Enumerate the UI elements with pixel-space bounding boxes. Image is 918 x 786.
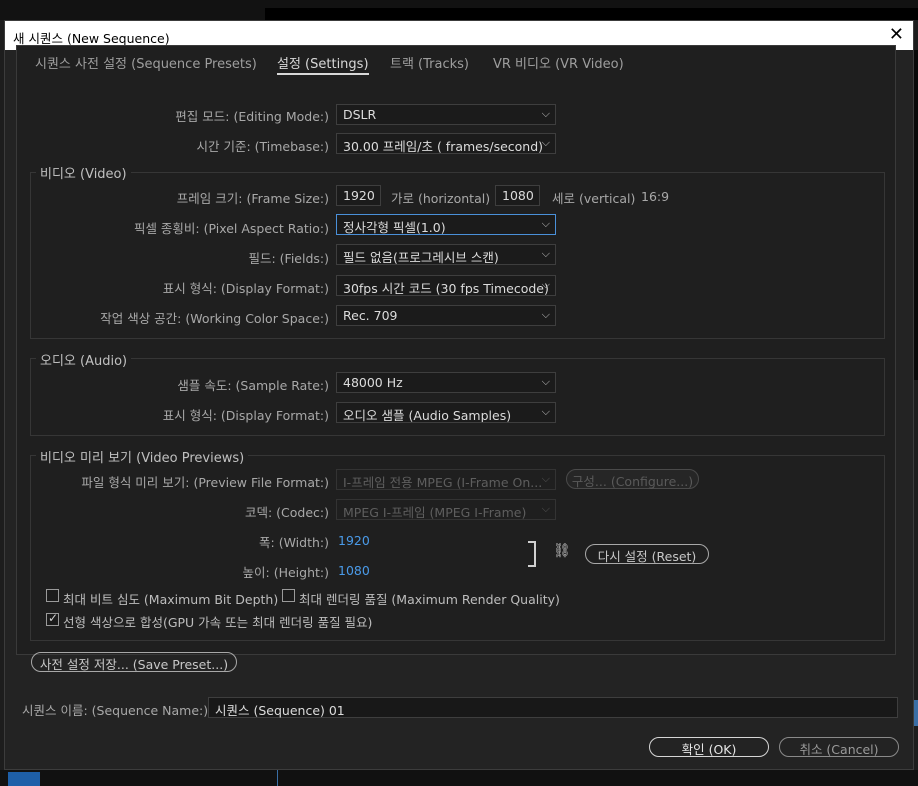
chevron-down-icon: ⌵ (541, 308, 550, 321)
horizontal-label: 가로 (horizontal) (391, 191, 491, 206)
frame-width-input[interactable]: 1920 (336, 185, 381, 206)
close-icon[interactable]: ✕ (889, 24, 904, 45)
background-right-edge-blue (914, 700, 918, 726)
video-display-format-label: 표시 형식: (Display Format:) (162, 281, 329, 296)
link-bracket (528, 541, 536, 567)
preview-file-format-label: 파일 형식 미리 보기: (Preview File Format:) (81, 475, 329, 490)
codec-value: MPEG I-프레임 (MPEG I-Frame) (343, 505, 527, 520)
max-bit-depth-checkbox[interactable] (46, 589, 59, 602)
fields-label: 필드: (Fields:) (248, 251, 329, 266)
chevron-down-icon: ⌵ (541, 107, 550, 120)
width-value[interactable]: 1920 (338, 533, 370, 548)
frame-height-input[interactable]: 1080 (495, 185, 540, 206)
sequence-name-label: 시퀀스 이름: (Sequence Name:) (22, 703, 209, 718)
timebase-dropdown[interactable]: 30.00 프레임/초 ( frames/second) ⌵ (336, 133, 556, 154)
height-label: 높이: (Height:) (242, 565, 329, 580)
frame-size-label: 프레임 크기: (Frame Size:) (176, 191, 329, 206)
chevron-down-icon: ⌵ (541, 247, 550, 260)
audio-group (30, 358, 885, 436)
sequence-name-input[interactable]: 시퀀스 (Sequence) 01 (208, 697, 898, 718)
background-playhead (277, 770, 278, 786)
max-render-quality-label: 최대 렌더링 품질 (Maximum Render Quality) (299, 592, 560, 607)
audio-group-title: 오디오 (Audio) (36, 350, 132, 369)
timebase-value: 30.00 프레임/초 ( frames/second) (343, 139, 544, 154)
background-window-top (0, 0, 918, 20)
width-label: 폭: (Width:) (259, 535, 329, 550)
audio-display-format-label: 표시 형식: (Display Format:) (162, 408, 329, 423)
sample-rate-label: 샘플 속도: (Sample Rate:) (177, 378, 329, 393)
timebase-label: 시간 기준: (Timebase:) (196, 139, 329, 154)
aspect-ratio-text: 16:9 (641, 189, 670, 204)
fields-dropdown[interactable]: 필드 없음(프로그레시브 스캔) ⌵ (336, 244, 556, 265)
sample-rate-dropdown[interactable]: 48000 Hz ⌵ (336, 372, 556, 393)
chevron-down-icon: ⌵ (541, 405, 550, 418)
working-color-space-value: Rec. 709 (343, 308, 398, 323)
working-color-space-dropdown[interactable]: Rec. 709 ⌵ (336, 305, 556, 326)
linear-color-checkbox[interactable] (46, 611, 59, 626)
reset-button[interactable]: 다시 설정 (Reset) (585, 544, 709, 564)
fields-value: 필드 없음(프로그레시브 스캔) (343, 250, 499, 265)
tab-tracks[interactable]: 트랙 (Tracks) (390, 53, 469, 72)
pixel-aspect-ratio-value: 정사각형 픽셀(1.0) (343, 220, 446, 235)
audio-display-format-value: 오디오 샘플 (Audio Samples) (343, 408, 512, 423)
codec-label: 코덱: (Codec:) (244, 505, 329, 520)
background-timeline-marker (8, 772, 40, 786)
linear-color-label: 선형 색상으로 합성(GPU 가속 또는 최대 렌더링 품질 필요) (63, 615, 373, 630)
cancel-button[interactable]: 취소 (Cancel) (779, 737, 899, 757)
video-previews-group-title: 비디오 미리 보기 (Video Previews) (36, 447, 249, 466)
tab-sequence-presets[interactable]: 시퀀스 사전 설정 (Sequence Presets) (35, 53, 257, 72)
configure-button[interactable]: 구성... (Configure...) (566, 469, 699, 489)
ok-button[interactable]: 확인 (OK) (649, 737, 769, 757)
audio-display-format-dropdown[interactable]: 오디오 샘플 (Audio Samples) ⌵ (336, 402, 556, 423)
editing-mode-dropdown[interactable]: DSLR ⌵ (336, 104, 556, 125)
editing-mode-label: 편집 모드: (Editing Mode:) (175, 109, 329, 124)
sample-rate-value: 48000 Hz (343, 375, 403, 390)
video-display-format-dropdown[interactable]: 30fps 시간 코드 (30 fps Timecode) ⌵ (336, 275, 556, 296)
chevron-down-icon: ⌵ (541, 502, 550, 515)
chevron-down-icon: ⌵ (541, 278, 550, 291)
height-value[interactable]: 1080 (338, 563, 370, 578)
pixel-aspect-ratio-dropdown[interactable]: 정사각형 픽셀(1.0) ⌵ (336, 214, 556, 235)
chevron-down-icon: ⌵ (541, 375, 550, 388)
video-group-title: 비디오 (Video) (36, 163, 131, 182)
chevron-down-icon: ⌵ (541, 217, 550, 230)
preview-file-format-dropdown[interactable]: I-프레임 전용 MPEG (I-Frame On... ⌵ (336, 469, 556, 490)
chevron-down-icon: ⌵ (541, 472, 550, 485)
chevron-down-icon: ⌵ (541, 136, 550, 149)
background-strip (265, 8, 918, 20)
save-preset-button[interactable]: 사전 설정 저장... (Save Preset...) (31, 652, 237, 672)
link-icon[interactable]: ⛓ (553, 543, 571, 559)
max-bit-depth-label: 최대 비트 심도 (Maximum Bit Depth) (63, 592, 279, 607)
codec-dropdown[interactable]: MPEG I-프레임 (MPEG I-Frame) ⌵ (336, 499, 556, 520)
tab-vr-video[interactable]: VR 비디오 (VR Video) (493, 53, 624, 72)
working-color-space-label: 작업 색상 공간: (Working Color Space:) (100, 311, 329, 326)
vertical-label: 세로 (vertical) (552, 191, 636, 206)
tab-settings[interactable]: 설정 (Settings) (277, 53, 369, 75)
editing-mode-value: DSLR (343, 107, 377, 122)
background-right-edge (914, 50, 918, 380)
background-timeline (0, 770, 918, 786)
preview-file-format-value: I-프레임 전용 MPEG (I-Frame On... (343, 475, 543, 490)
max-render-quality-checkbox[interactable] (282, 589, 295, 602)
video-display-format-value: 30fps 시간 코드 (30 fps Timecode) (343, 281, 549, 296)
pixel-aspect-ratio-label: 픽셀 종횡비: (Pixel Aspect Ratio:) (133, 221, 329, 236)
